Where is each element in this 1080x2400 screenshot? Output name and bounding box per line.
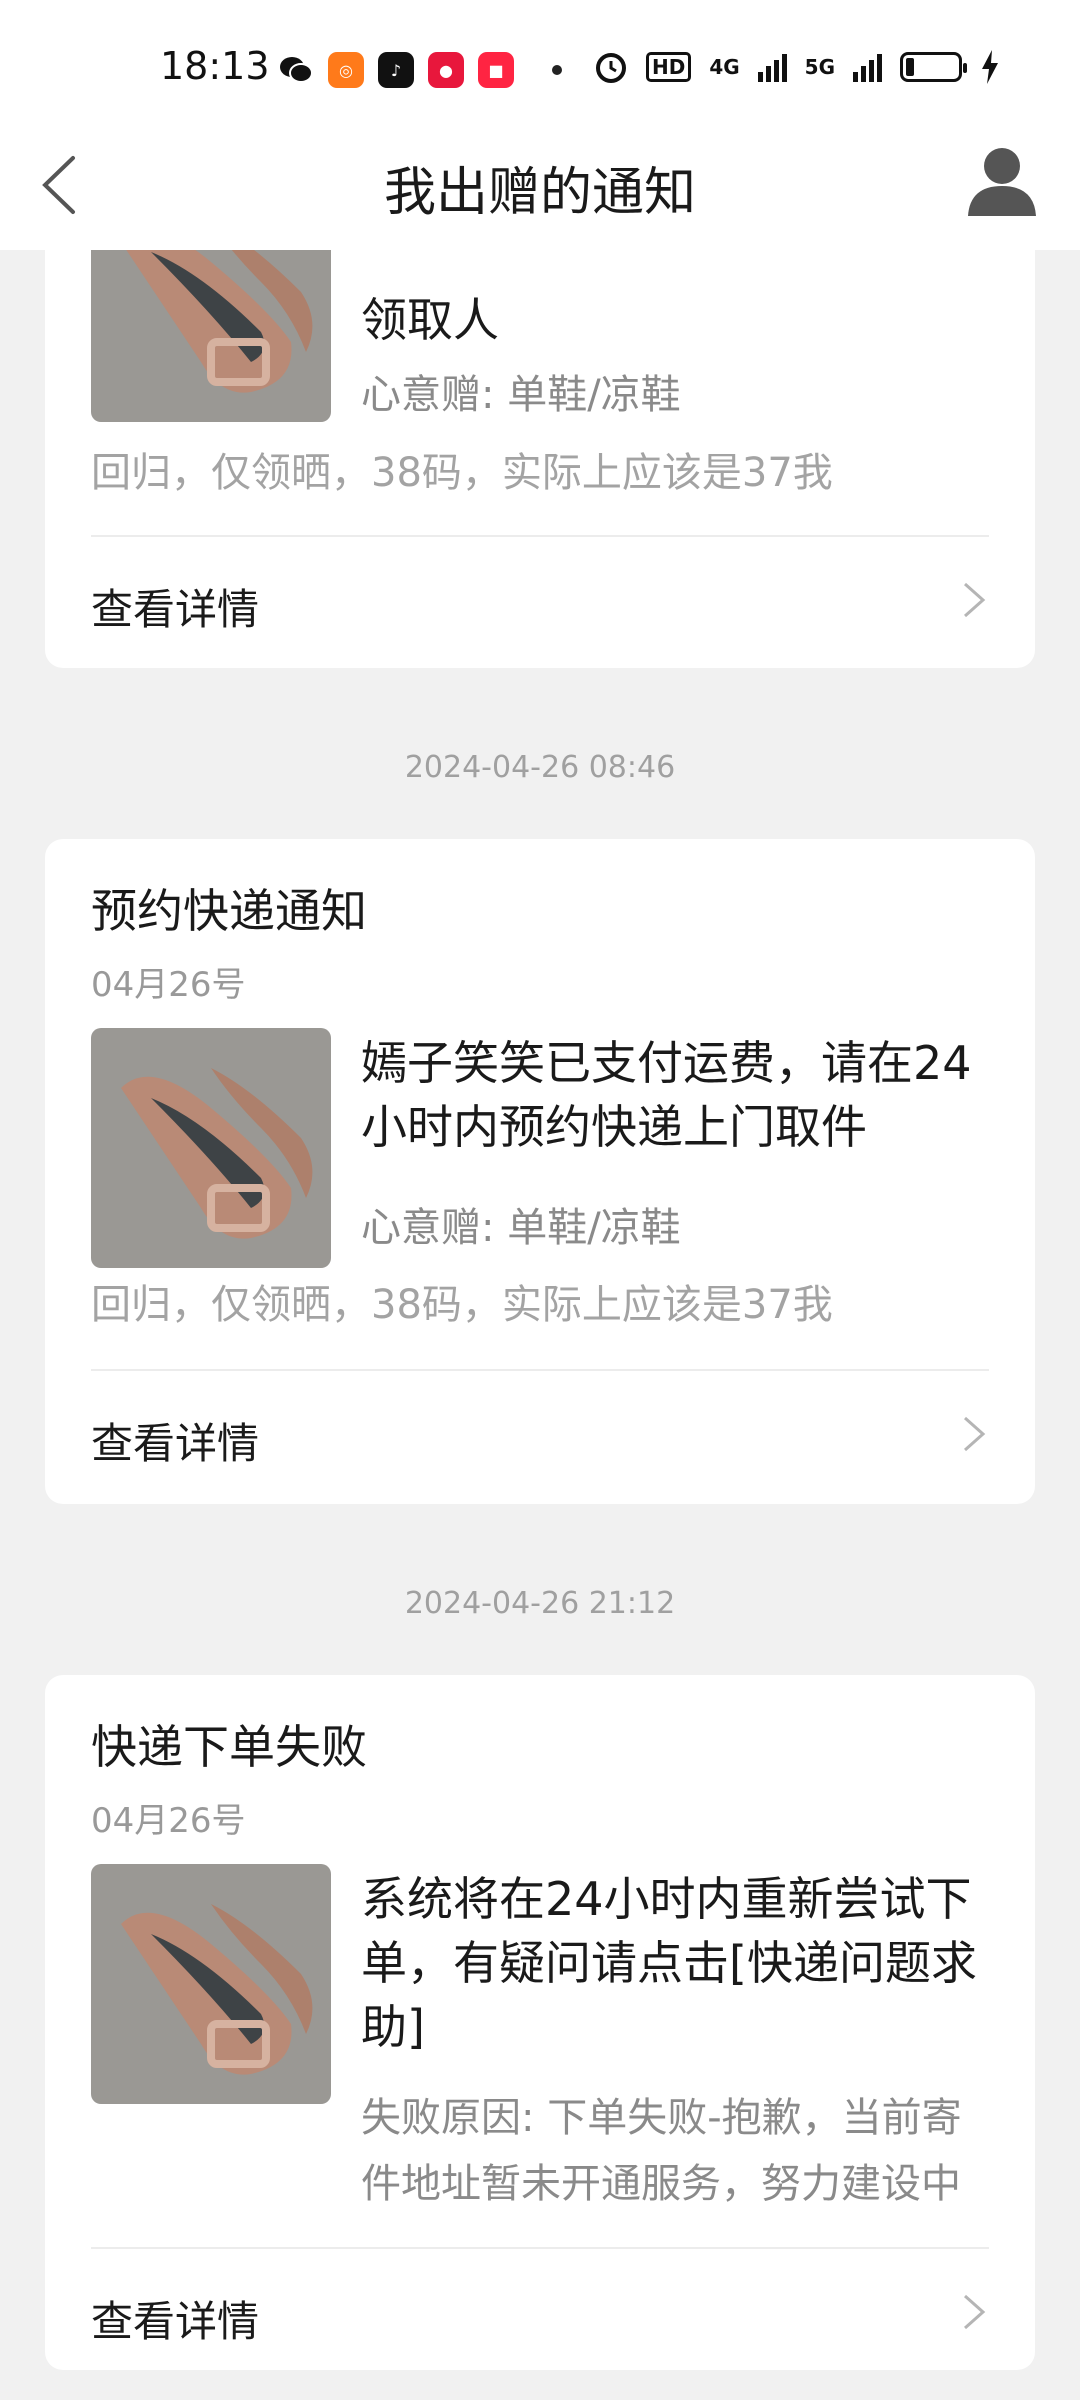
gift-category: 心意赠: 单鞋/凉鞋: [361, 372, 681, 418]
notification-message: 嫣子笑笑已支付运费，请在24小时内预约快递上门取件: [361, 1036, 972, 1154]
failure-reason: 失败原因: 下单失败-抱歉，当前寄件地址暂未开通服务，努力建设中: [361, 2095, 962, 2207]
card-date: 04月26号: [91, 965, 246, 1005]
tmall-icon: ●: [428, 52, 464, 88]
divider: [91, 1369, 989, 1371]
chevron-right-icon: [964, 1416, 986, 1452]
view-details-label: 查看详情: [91, 2297, 260, 2346]
chevron-right-icon: [964, 2294, 986, 2330]
system-icons: HD 4G 5G: [594, 50, 1000, 84]
charging-icon: [982, 50, 998, 84]
5g-indicator: 5G: [804, 55, 835, 79]
notification-icons: ◎ ♪ ● ■: [278, 52, 562, 88]
tiktok-icon: ♪: [378, 52, 414, 88]
xiaohongshu-icon: ■: [478, 52, 514, 88]
hd-indicator: HD: [645, 52, 692, 82]
view-details-label: 查看详情: [91, 1419, 260, 1468]
notification-card: 领取人 心意赠: 单鞋/凉鞋 回归，仅领晒，38码，实际上应该是37我 查看详情: [45, 250, 1035, 668]
view-details-row[interactable]: 查看详情: [45, 538, 1035, 658]
divider: [91, 2247, 989, 2249]
notification-message: 系统将在24小时内重新尝试下单，有疑问请点击[快递问题求助]: [361, 1872, 977, 2054]
4g-indicator: 4G: [709, 55, 740, 79]
gift-category: 心意赠: 单鞋/凉鞋: [361, 1205, 681, 1251]
card-title: 快递下单失败: [91, 1720, 367, 1774]
chevron-right-icon: [964, 582, 986, 618]
notification-list[interactable]: 领取人 心意赠: 单鞋/凉鞋 回归，仅领晒，38码，实际上应该是37我 查看详情…: [0, 250, 1080, 2400]
signal-icon: [757, 52, 787, 82]
view-details-label: 查看详情: [91, 585, 260, 634]
wechat-icon: [278, 52, 314, 88]
product-thumbnail[interactable]: [91, 1028, 331, 1268]
user-icon: [968, 148, 1036, 216]
view-details-row[interactable]: 查看详情: [45, 1372, 1035, 1492]
divider: [91, 535, 989, 537]
alarm-icon: [595, 53, 626, 83]
battery-icon: [900, 52, 967, 82]
view-details-row[interactable]: 查看详情: [45, 2250, 1035, 2370]
product-thumbnail[interactable]: [91, 250, 331, 422]
notification-card: 快递下单失败 04月26号 系统将在24小时内重新尝试下单，有疑问请点击[快递问…: [45, 1675, 1035, 2370]
signal-icon-2: [853, 52, 882, 82]
notification-message: 领取人: [361, 293, 499, 347]
more-notifications-dot: [552, 65, 562, 75]
card-date: 04月26号: [91, 1801, 246, 1841]
page-title: 我出赠的通知: [383, 163, 696, 223]
timestamp: 2024-04-26 21:12: [404, 1586, 676, 1621]
profile-button[interactable]: [962, 142, 1042, 222]
nav-bar: 我出赠的通知: [0, 122, 1080, 250]
status-bar: 18:13 ◎ ♪ ● ■ HD 4G 5G: [0, 0, 1080, 122]
item-description: 回归，仅领晒，38码，实际上应该是37我: [91, 1282, 833, 1328]
timestamp: 2024-04-26 08:46: [404, 750, 676, 785]
card-title: 预约快递通知: [91, 884, 367, 938]
product-thumbnail[interactable]: [91, 1864, 331, 2104]
shopping-app-icon: ◎: [328, 52, 364, 88]
notification-card: 预约快递通知 04月26号 嫣子笑笑已支付运费，请在24小时内预约快递上门取件 …: [45, 839, 1035, 1504]
status-time: 18:13: [160, 44, 270, 88]
item-description: 回归，仅领晒，38码，实际上应该是37我: [91, 450, 833, 496]
